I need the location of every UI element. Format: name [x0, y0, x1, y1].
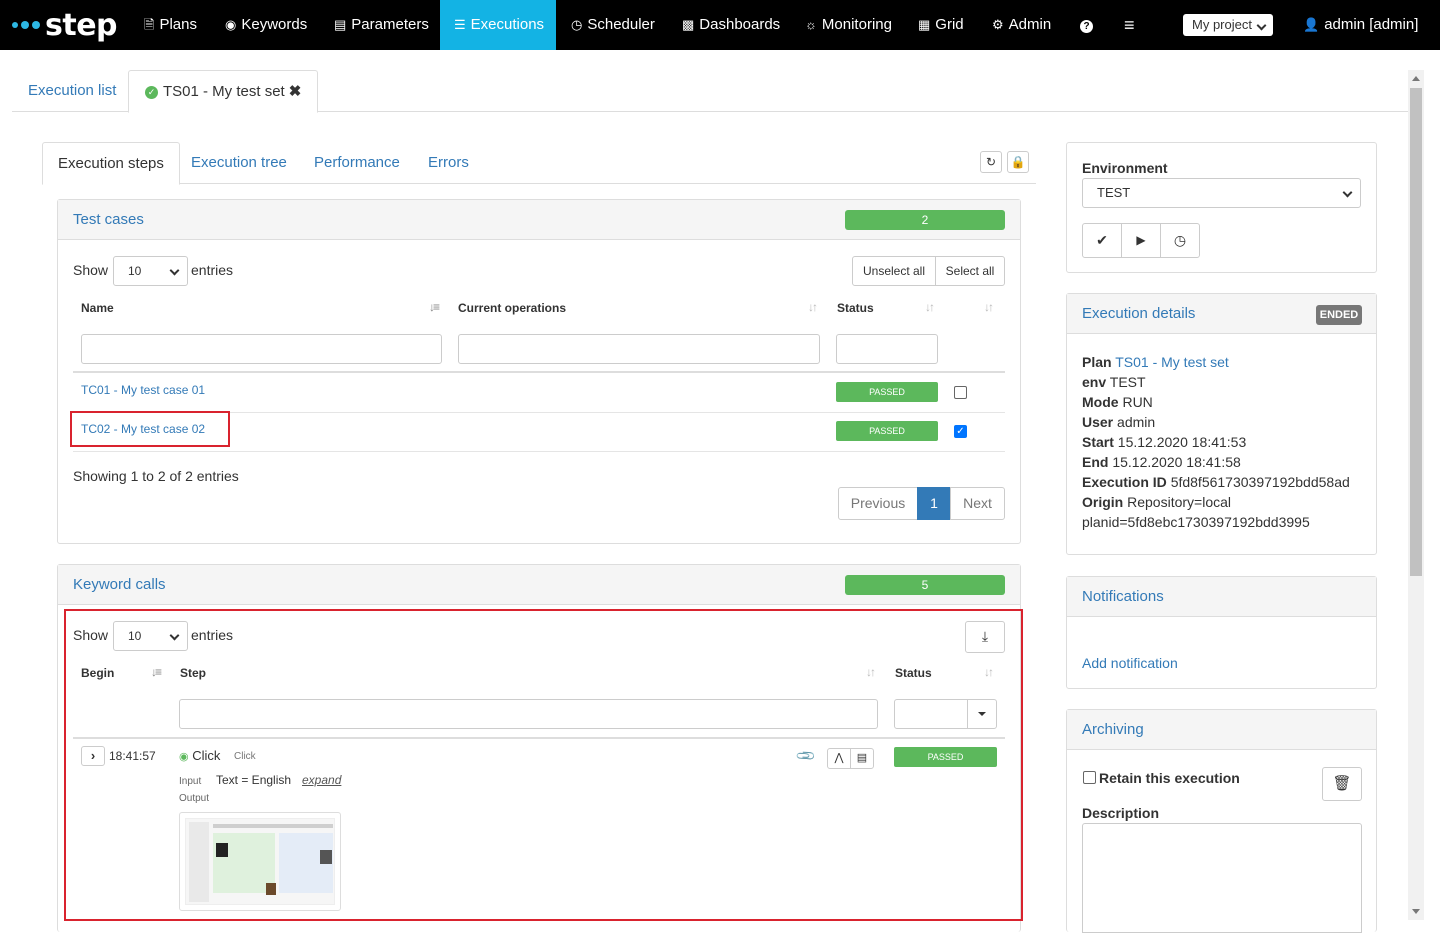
keyword-calls-progress: 5 [845, 575, 1005, 595]
retain-label: Retain this execution [1099, 770, 1240, 786]
col-status[interactable]: Status [837, 301, 874, 315]
nav-executions[interactable]: ☰ Executions [440, 0, 556, 50]
environment-panel: Environment TEST ✔ ▶ ◷ [1066, 142, 1377, 273]
sort-asc-icon[interactable]: ↓≡ [429, 300, 440, 314]
select-all-button[interactable]: Select all [935, 256, 1005, 286]
notifications-panel: Notifications Add notification [1066, 576, 1377, 689]
operations-filter-input[interactable] [458, 334, 820, 364]
page-1-button[interactable]: 1 [917, 487, 951, 520]
check-circle-icon: ✓ [145, 86, 158, 99]
nav-parameters[interactable]: ▤ Parameters [334, 0, 434, 50]
step-logo[interactable]: step [12, 6, 118, 44]
highlight-box [64, 609, 1023, 921]
nav-monitoring[interactable]: ☼ Monitoring [805, 0, 905, 50]
logo-dots-icon [12, 21, 40, 29]
help-icon[interactable]: ? [1080, 0, 1094, 50]
add-notification-link[interactable]: Add notification [1082, 655, 1178, 671]
target-icon: ◉ [225, 17, 237, 32]
lock-icon[interactable]: 🔒 [1007, 151, 1029, 173]
execution-view-tabs: Execution steps Execution tree Performan… [42, 142, 1036, 185]
sort-icon[interactable]: ↓↑ [808, 300, 818, 314]
scroll-thumb[interactable] [1410, 88, 1422, 576]
highlight-box [70, 411, 230, 447]
description-label: Description [1082, 805, 1160, 821]
name-filter-input[interactable] [81, 334, 442, 364]
entries-label: entries [191, 262, 234, 278]
menu-icon[interactable]: ≡ [1124, 0, 1138, 50]
sort-icon[interactable]: ↓↑ [925, 300, 935, 314]
details-list: Plan TS01 - My test set env TEST Mode RU… [1082, 354, 1350, 530]
nav-admin[interactable]: ⚙ Admin [992, 0, 1062, 50]
notifications-header: Notifications [1067, 577, 1376, 617]
retain-checkbox[interactable] [1083, 771, 1096, 784]
tab-current-execution[interactable]: ✓ TS01 - My test set ✖ [128, 70, 319, 113]
tab-execution-tree[interactable]: Execution tree [176, 142, 302, 184]
next-page-button[interactable]: Next [950, 487, 1005, 520]
scroll-down-icon[interactable] [1412, 909, 1420, 914]
tab-execution-steps[interactable]: Execution steps [42, 142, 180, 185]
scroll-up-icon[interactable] [1412, 76, 1420, 81]
col-name[interactable]: Name [81, 301, 114, 315]
check-icon[interactable]: ✔ [1082, 223, 1122, 258]
test-cases-progress: 2 [845, 210, 1005, 230]
nav-plans[interactable]: 🗎 Plans [144, 0, 224, 50]
row-checkbox[interactable] [954, 386, 967, 399]
close-icon[interactable]: ✖ [289, 83, 302, 100]
list-icon: ▤ [334, 17, 347, 32]
dashboard-icon: ☼ [805, 17, 817, 32]
trash-icon[interactable]: 🗑 [1322, 767, 1362, 801]
previous-page-button[interactable]: Previous [838, 487, 918, 520]
document-icon: 🗎 [144, 17, 155, 32]
sort-icon[interactable]: ↓↑ [984, 300, 994, 314]
execution-details-panel: Execution details ENDED Plan TS01 - My t… [1066, 293, 1377, 555]
tasks-icon: ☰ [454, 17, 466, 32]
page-scrollbar[interactable] [1408, 70, 1424, 920]
archiving-header: Archiving [1067, 710, 1376, 750]
gear-icon: ⚙ [992, 17, 1004, 32]
nav-scheduler[interactable]: ◷ Scheduler [571, 0, 671, 50]
tab-performance[interactable]: Performance [299, 142, 415, 184]
tab-execution-list[interactable]: Execution list [12, 70, 132, 112]
page-size-select[interactable]: 10 [113, 256, 188, 286]
user-icon: 👤 [1303, 17, 1320, 32]
col-current-operations[interactable]: Current operations [458, 301, 566, 315]
nav-keywords[interactable]: ◉ Keywords [225, 0, 325, 50]
plan-link[interactable]: TS01 - My test set [1115, 354, 1229, 370]
environment-label: Environment [1082, 160, 1168, 176]
user-menu[interactable]: 👤 admin [admin] [1303, 0, 1423, 50]
test-case-link[interactable]: TC01 - My test case 01 [81, 383, 205, 397]
test-cases-panel: Test cases 2 Show 10 entries Unselect al… [57, 199, 1021, 544]
logo-text: step [45, 7, 118, 43]
archiving-panel: Archiving Retain this execution 🗑 Descri… [1066, 709, 1377, 933]
unselect-all-button[interactable]: Unselect all [852, 256, 936, 286]
top-navbar: step 🗎 Plans ◉ Keywords ▤ Parameters ☰ Execu… [0, 0, 1440, 50]
clock-icon[interactable]: ◷ [1160, 223, 1200, 258]
nav-grid[interactable]: ▦ Grid [918, 0, 978, 50]
row-checkbox[interactable]: ✓ [954, 425, 967, 438]
bar-chart-icon: ▩ [682, 17, 695, 32]
table-info: Showing 1 to 2 of 2 entries [73, 468, 239, 484]
show-label: Show [73, 262, 109, 278]
project-select[interactable]: My project [1183, 14, 1273, 36]
play-icon[interactable]: ▶ [1121, 223, 1161, 258]
state-badge: ENDED [1316, 305, 1362, 325]
grid-icon: ▦ [918, 17, 931, 32]
tab-errors[interactable]: Errors [413, 142, 484, 184]
description-textarea[interactable] [1082, 823, 1362, 933]
execution-tabs: Execution list ✓ TS01 - My test set ✖ [12, 70, 1408, 113]
status-filter-input[interactable] [836, 334, 938, 364]
nav-dashboards[interactable]: ▩ Dashboards [682, 0, 792, 50]
status-badge: PASSED [836, 421, 938, 441]
status-badge: PASSED [836, 382, 938, 402]
clock-icon: ◷ [571, 17, 583, 32]
environment-select[interactable]: TEST [1082, 178, 1361, 208]
refresh-icon[interactable]: ↻ [980, 151, 1002, 173]
